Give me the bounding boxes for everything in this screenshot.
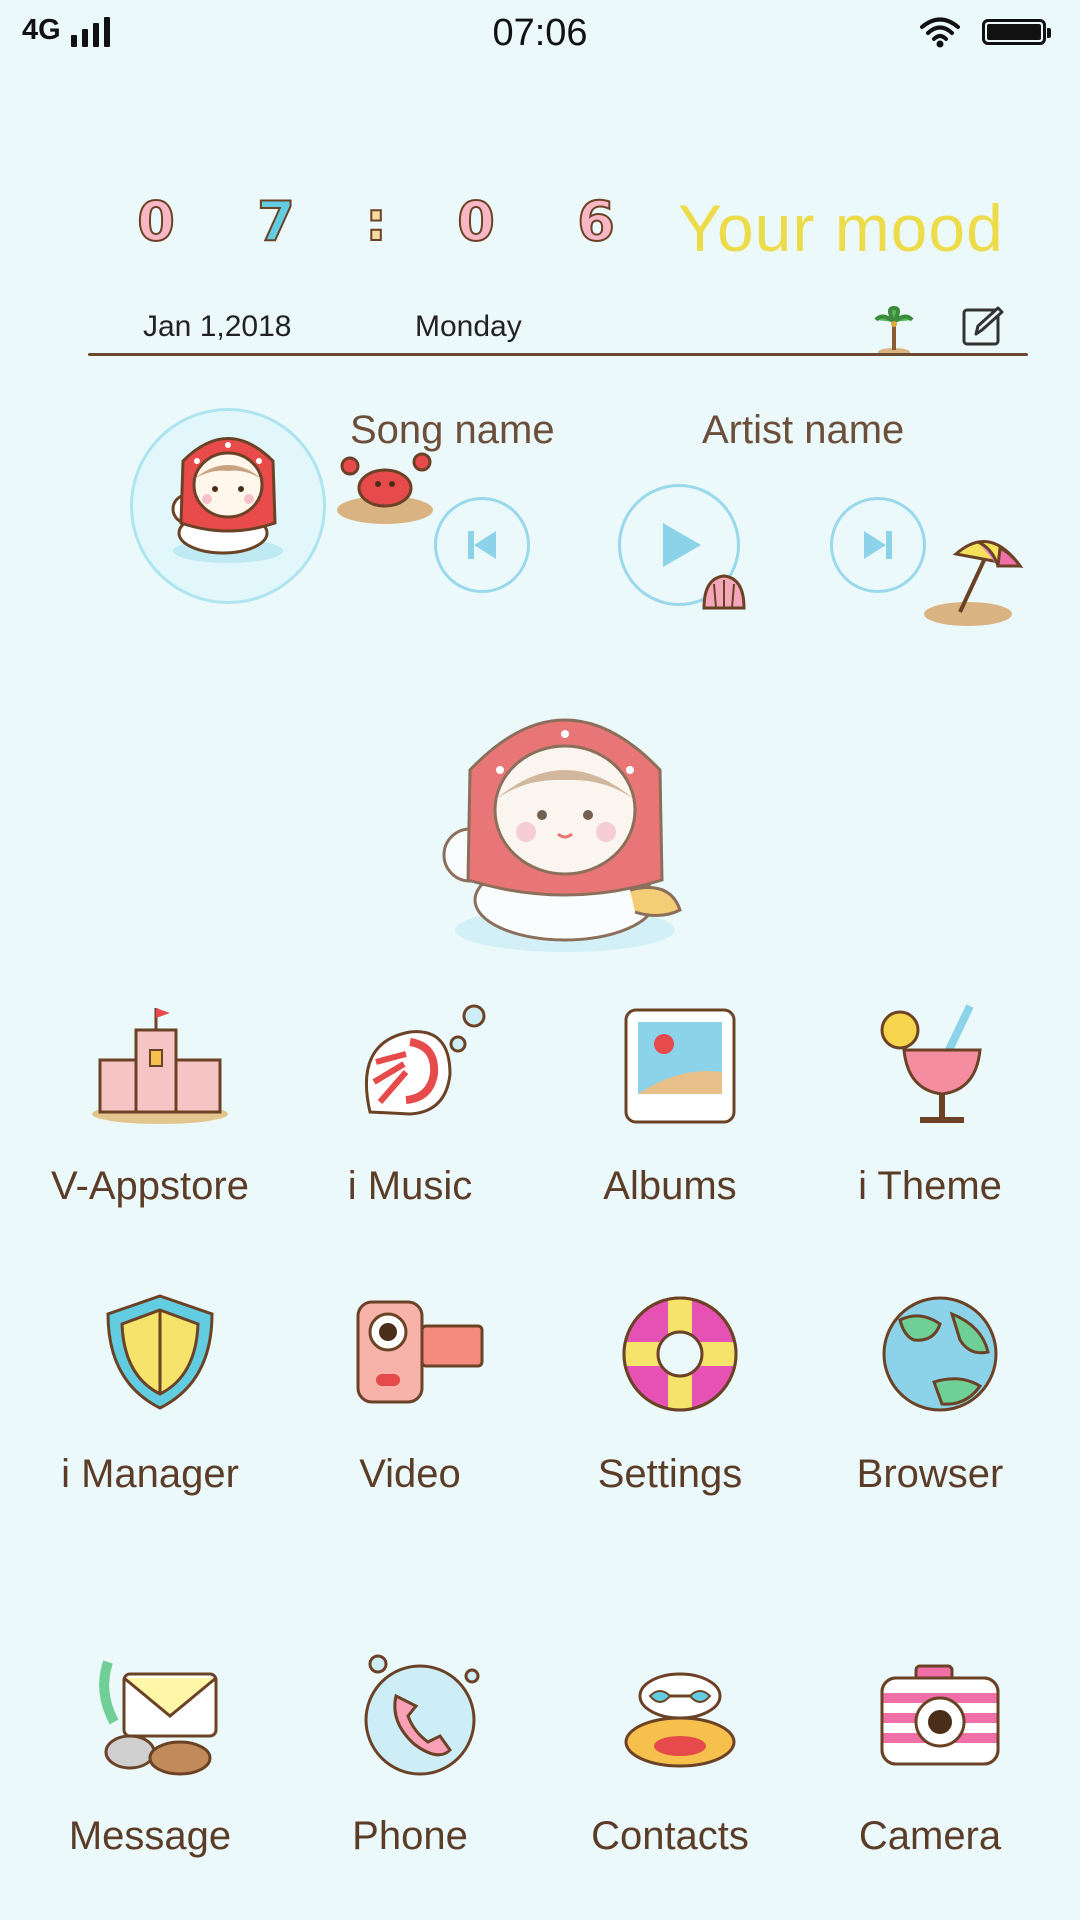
- mascot-girl-icon: [442, 718, 682, 952]
- ground-line: [88, 353, 1028, 356]
- crab-icon: [337, 452, 433, 524]
- girl-avatar-icon: [171, 437, 283, 563]
- lifebuoy-icon: [622, 1296, 738, 1412]
- app-i-manager[interactable]: i Manager: [20, 1290, 280, 1530]
- app-message[interactable]: Message: [20, 1652, 280, 1892]
- song-name: Song name: [350, 408, 555, 452]
- previous-button[interactable]: [434, 497, 530, 593]
- beach-umbrella-icon: [924, 540, 1024, 626]
- artist-name: Artist name: [702, 408, 905, 452]
- phone-bubble-icon: [364, 1654, 480, 1776]
- palm-tree-icon: [874, 306, 914, 356]
- app-label: V-Appstore: [51, 1164, 249, 1208]
- clock-digit: 0: [136, 189, 176, 254]
- app-phone[interactable]: Phone: [280, 1652, 540, 1892]
- album-art[interactable]: [130, 408, 326, 604]
- globe-icon: [882, 1296, 998, 1412]
- app-label: i Manager: [61, 1452, 239, 1496]
- app-label: Message: [68, 1814, 232, 1858]
- battery-icon: [982, 19, 1051, 45]
- edit-icon[interactable]: [960, 304, 1006, 350]
- app-label: Video: [359, 1452, 461, 1496]
- clock-digit: 6: [576, 189, 616, 254]
- app-browser[interactable]: Browser: [800, 1290, 1060, 1530]
- clock-digit: 0: [456, 189, 496, 254]
- status-time: 07:06: [492, 12, 588, 54]
- app-contacts[interactable]: Contacts: [540, 1652, 800, 1892]
- app-label: Browser: [856, 1452, 1004, 1496]
- envelope-icon: [99, 1660, 218, 1776]
- video-camera-icon: [356, 1300, 484, 1404]
- app-settings[interactable]: Settings: [540, 1290, 800, 1530]
- shell-icon: [702, 574, 746, 610]
- date-label: Jan 1,2018: [143, 310, 292, 343]
- app-label: Contacts: [591, 1814, 749, 1858]
- shield-icon: [106, 1294, 214, 1410]
- app-i-music[interactable]: i Music: [280, 1002, 540, 1242]
- seashell-icon: [365, 1004, 486, 1116]
- clock-digits: 0 7 : 0 6: [96, 189, 656, 254]
- app-i-theme[interactable]: i Theme: [800, 1002, 1060, 1242]
- app-label: Camera: [858, 1814, 1002, 1858]
- clock-digit: 7: [256, 189, 296, 254]
- app-label: i Theme: [858, 1164, 1002, 1208]
- app-video[interactable]: Video: [280, 1290, 540, 1530]
- day-label: Monday: [415, 310, 522, 343]
- skip-next-icon: [864, 531, 892, 559]
- sandcastle-icon: [92, 1008, 228, 1124]
- app-label: Settings: [597, 1452, 743, 1496]
- skip-previous-icon: [468, 531, 496, 559]
- clock-separator: :: [364, 189, 388, 254]
- camera-icon: [880, 1664, 1000, 1766]
- app-albums[interactable]: Albums: [540, 1002, 800, 1242]
- app-label: Phone: [352, 1814, 468, 1858]
- app-label: Albums: [603, 1164, 737, 1208]
- app-camera[interactable]: Camera: [800, 1652, 1060, 1892]
- wifi-icon: [920, 17, 960, 48]
- mood-text[interactable]: Your mood: [678, 190, 1004, 266]
- play-icon: [663, 523, 701, 567]
- next-button[interactable]: [830, 497, 926, 593]
- status-bar: 4G 07:06: [0, 0, 1080, 70]
- sunglasses-float-icon: [624, 1672, 736, 1768]
- app-label: i Music: [347, 1164, 473, 1208]
- app-v-appstore[interactable]: V-Appstore: [20, 1002, 280, 1242]
- cocktail-icon: [880, 1004, 982, 1123]
- photo-frame-icon: [624, 1008, 736, 1124]
